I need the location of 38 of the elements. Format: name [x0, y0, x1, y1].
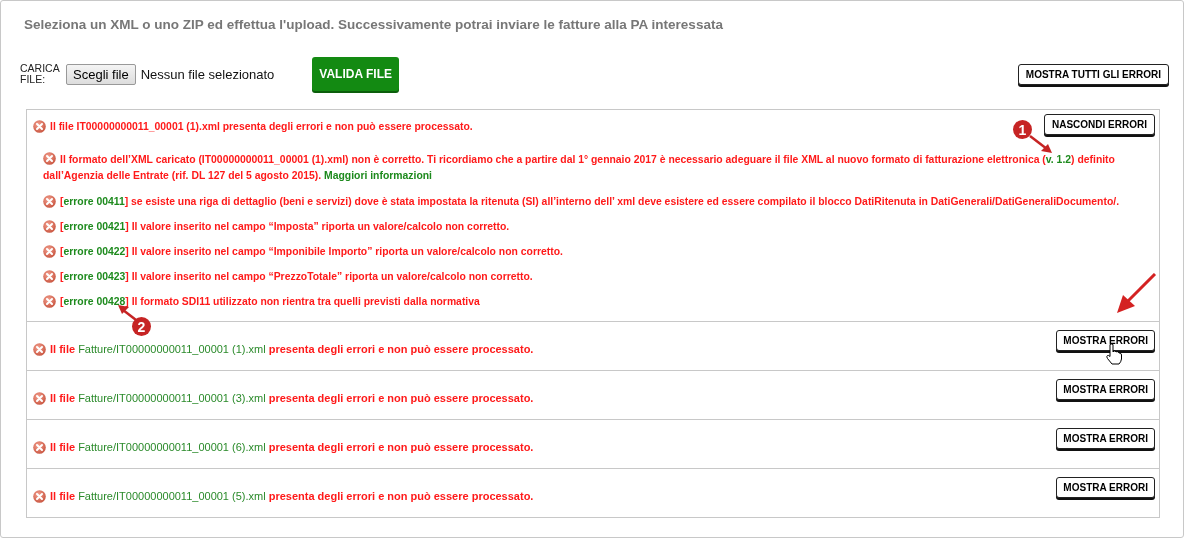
instruction-text: Seleziona un XML o uno ZIP ed effettua l'upload. Successivamente potrai inviare le fatture alla PA interessata: [23, 16, 724, 34]
file-error-message: Il file Fatture/IT00000000011_00001 (3).xml presenta degli errori e non può essere processato.: [50, 391, 534, 406]
error-icon: [43, 152, 56, 165]
show-errors-button[interactable]: MOSTRA ERRORI: [1056, 330, 1155, 351]
error-icon: [33, 343, 46, 356]
error-icon: [33, 120, 46, 133]
show-all-errors-button[interactable]: MOSTRA TUTTI GLI ERRORI: [1017, 63, 1169, 85]
pointer-arrow-drawing: [1115, 273, 1157, 315]
file-error-message: Il file IT00000000011_00001 (1).xml presenta degli errori e non può essere processato.: [50, 120, 473, 134]
validation-error-message: [errore 00422] Il valore inserito nel campo “Imponibile Importo” riporta un valore/calcolo non corretto.: [60, 245, 563, 259]
show-errors-button[interactable]: MOSTRA ERRORI: [1056, 428, 1155, 449]
callout-number: 2: [132, 317, 151, 336]
error-icon: [33, 392, 46, 405]
validation-error-message: [errore 00423] Il valore inserito nel campo “PrezzoTotale” riporta un valore/calcolo non corretto.: [60, 270, 533, 284]
hide-errors-button[interactable]: NASCONDI ERRORI: [1044, 114, 1155, 135]
show-errors-button[interactable]: MOSTRA ERRORI: [1056, 477, 1155, 498]
validation-error-message: [errore 00411] se esiste una riga di dettaglio (beni e servizi) dove è stata impostata la ritenuta (SI) all’interno dell’ xml deve esistere ed essere compilato il blocco DatiRitenuta in DatiGenerali/DatiGeneraliDocumento/.: [60, 195, 1120, 209]
error-icon: [33, 490, 46, 503]
error-icon: [43, 295, 56, 308]
validation-error-message: [errore 00421] Il valore inserito nel campo “Imposta” riporta un valore/calcolo non corretto.: [60, 220, 510, 234]
error-icon: [43, 270, 56, 283]
error-icon: [33, 441, 46, 454]
file-error-message: Il file Fatture/IT00000000011_00001 (1).xml presenta degli errori e non può essere processato.: [50, 342, 534, 357]
show-errors-button[interactable]: MOSTRA ERRORI: [1056, 379, 1155, 400]
file-error-message: Il file Fatture/IT00000000011_00001 (6).xml presenta degli errori e non può essere processato.: [50, 440, 534, 455]
choose-file-button[interactable]: Scegli file: [66, 63, 136, 85]
error-icon: [43, 245, 56, 258]
hand-cursor-icon: [1105, 343, 1123, 365]
validation-error-message: Il formato dell’XML caricato (IT00000000011_00001 (1).xml) non è corretto. Ti ricordiamo che a partire dal 1° gennaio 2017 è necessario adeguare il file XML al nuovo formato di fatturazione elettronica (v. 1.2) definito dall’Agenzia delle Entrate (rif. DL 127 del 5 agosto 2015). Maggiori informazioni: [43, 152, 1116, 183]
callout-number: 1: [1013, 120, 1032, 139]
upload-label: CARICA FILE:: [20, 63, 61, 85]
validation-error-message: [errore 00428] Il formato SDI11 utilizzato non rientra tra quelli previsti dalla normativa: [60, 295, 480, 309]
validate-file-button[interactable]: VALIDA FILE: [312, 57, 399, 91]
file-error-message: Il file Fatture/IT00000000011_00001 (5).xml presenta degli errori e non può essere processato.: [50, 489, 534, 504]
file-status-text: Nessun file selezionato: [140, 66, 275, 82]
callout-arrow-drawing: [1029, 135, 1053, 155]
error-icon: [43, 195, 56, 208]
error-icon: [43, 220, 56, 233]
